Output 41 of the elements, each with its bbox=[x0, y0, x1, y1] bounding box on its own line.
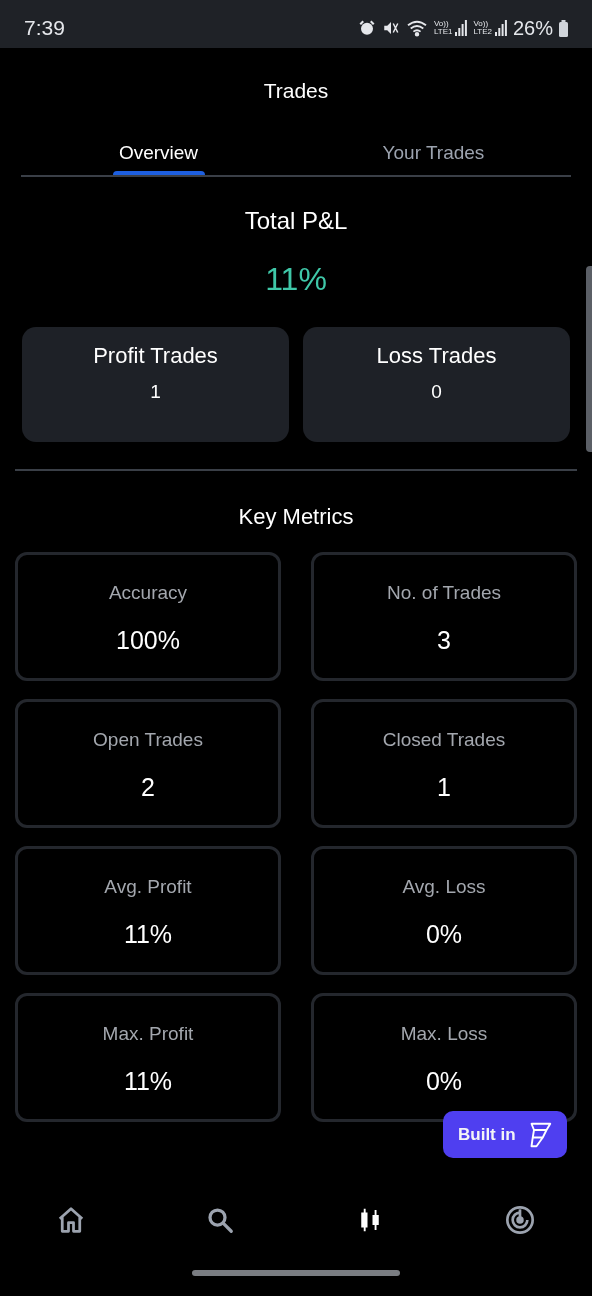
volte-label: Vo)) bbox=[473, 20, 489, 28]
network-label: LTE2 bbox=[473, 28, 492, 36]
metric-value: 0% bbox=[425, 918, 463, 950]
clock: 7:39 bbox=[24, 15, 65, 42]
metric-value: 100% bbox=[116, 624, 180, 656]
card-label: Profit Trades bbox=[93, 342, 218, 370]
page-title: Trades bbox=[263, 78, 329, 105]
tab[interactable]: Your Trades bbox=[296, 134, 571, 175]
metric-value: 2 bbox=[141, 771, 155, 803]
card-label: Loss Trades bbox=[376, 342, 497, 370]
signal-icon bbox=[455, 20, 468, 36]
metric-value: 11% bbox=[123, 1065, 173, 1097]
metric-label: Open Trades bbox=[93, 728, 203, 752]
summary-title: Total P&L bbox=[244, 206, 348, 236]
metric-value: 3 bbox=[437, 624, 451, 656]
metric-label: Closed Trades bbox=[382, 728, 506, 752]
volte-label: Vo)) bbox=[433, 20, 449, 28]
metric-label: Avg. Loss bbox=[402, 875, 486, 899]
search-icon[interactable] bbox=[205, 1205, 236, 1235]
metric-label: Max. Loss bbox=[400, 1022, 488, 1046]
wifi-icon bbox=[405, 19, 428, 37]
network-label: LTE1 bbox=[433, 28, 453, 36]
metric-value: 11% bbox=[123, 918, 173, 950]
card-value: 1 bbox=[150, 380, 161, 404]
radar-icon[interactable] bbox=[504, 1204, 536, 1236]
section-title: Key Metrics bbox=[238, 503, 354, 531]
tab[interactable]: Overview bbox=[21, 134, 296, 175]
summary-value: 11% bbox=[265, 260, 327, 299]
metric-label: Avg. Profit bbox=[104, 875, 192, 899]
built-in-badge[interactable]: Built in bbox=[443, 1111, 567, 1158]
card-value: 0 bbox=[431, 380, 442, 404]
battery-percent: 26% bbox=[512, 16, 553, 41]
signal-icon bbox=[494, 20, 507, 36]
metric-label: Accuracy bbox=[108, 581, 188, 605]
battery-icon bbox=[559, 19, 568, 37]
metric-label: No. of Trades bbox=[386, 581, 502, 605]
metric-label: Max. Profit bbox=[102, 1022, 194, 1046]
metric-value: 0% bbox=[425, 1065, 463, 1097]
home-icon[interactable] bbox=[56, 1205, 86, 1235]
metric-value: 1 bbox=[437, 771, 451, 803]
alarm-icon bbox=[357, 19, 376, 37]
